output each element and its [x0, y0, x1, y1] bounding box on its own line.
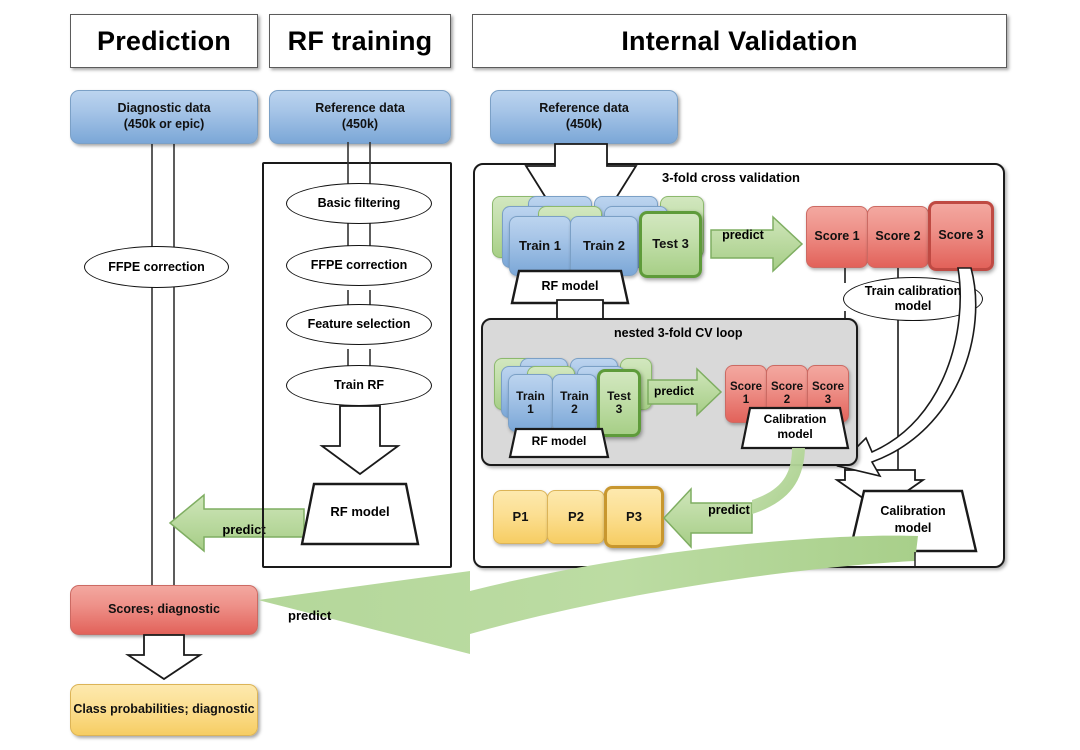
- probability-box-p2[interactable]: P2: [547, 490, 605, 544]
- nested-cv-label: nested 3-fold CV loop: [614, 326, 743, 340]
- outer-cv-predict-arrow-label: predict: [722, 228, 764, 242]
- train-calibration-model-node[interactable]: Train calibration model: [843, 277, 983, 321]
- outer-cv-rf-model-label: RF model: [541, 279, 599, 293]
- probability-box-p3-label: P3: [626, 508, 642, 524]
- rf-training-input-box[interactable]: Reference data (450k): [269, 90, 451, 144]
- nested-calibration-model[interactable]: Calibration model: [740, 406, 850, 450]
- prediction-class-probabilities-box[interactable]: Class probabilities; diagnostic: [70, 684, 258, 736]
- train-calibration-line1: Train calibration: [864, 284, 962, 298]
- rf-step-train-rf[interactable]: Train RF: [286, 365, 432, 406]
- probability-box-p1[interactable]: P1: [493, 490, 548, 544]
- column-header-internal-validation: Internal Validation: [472, 14, 1007, 68]
- column-header-rf-training: RF training: [269, 14, 451, 68]
- global-predict-arrow-label: predict: [288, 608, 332, 623]
- column-header-prediction: Prediction: [70, 14, 258, 68]
- rf-training-model-label: RF model: [330, 504, 390, 519]
- outer-cv-score-2-label: Score 2: [875, 229, 921, 244]
- three-fold-cv-label: 3-fold cross validation: [662, 170, 800, 185]
- column-header-internal-validation-label: Internal Validation: [621, 25, 858, 56]
- nested-cv-predict-arrow-label: predict: [653, 384, 694, 398]
- nested-cv-fold-train-1-line2: 1: [527, 402, 534, 416]
- probability-box-p1-label: P1: [512, 508, 529, 524]
- rf-step-ffpe-correction-label: FFPE correction: [310, 258, 408, 272]
- iv-input-line2: (450k): [565, 117, 603, 131]
- nested-cv-rf-model-label: RF model: [531, 434, 587, 448]
- rf-step-basic-filtering[interactable]: Basic filtering: [286, 183, 432, 224]
- nested-cv-fold-test-3-line2: 3: [615, 402, 623, 416]
- rf-train-to-model-arrow: [319, 405, 401, 476]
- outer-cv-fold-test-3[interactable]: Test 3: [639, 211, 702, 278]
- prediction-class-probabilities-label: Class probabilities; diagnostic: [73, 702, 255, 717]
- iv-calibration-model-label-2: model: [894, 521, 932, 535]
- nested-cv-score-3-line1: Score: [812, 381, 844, 394]
- rf-training-model[interactable]: RF model: [300, 482, 420, 546]
- outer-cv-rf-model[interactable]: RF model: [510, 269, 630, 305]
- outer-cv-fold-train-1-label: Train 1: [519, 237, 561, 253]
- prediction-input-line1: Diagnostic data: [117, 101, 211, 116]
- nested-cv-score-1-line2: 1: [742, 394, 750, 406]
- rf-step-feature-selection[interactable]: Feature selection: [286, 304, 432, 345]
- outer-cv-fold-test-3-label: Test 3: [652, 236, 689, 252]
- nested-cv-fold-train-1[interactable]: Train 1: [508, 374, 553, 432]
- rf-step-train-rf-label: Train RF: [333, 378, 384, 392]
- prediction-scores-label: Scores; diagnostic: [108, 602, 220, 617]
- scores-to-probabilities-arrow: [125, 634, 203, 681]
- nested-cv-fold-train-2-line2: 2: [571, 402, 578, 416]
- outer-cv-predict-arrow[interactable]: [710, 215, 804, 273]
- rf-step-feature-selection-label: Feature selection: [307, 317, 411, 331]
- iv-calibration-model-label-1: Calibration: [880, 504, 946, 518]
- probability-box-p2-label: P2: [568, 508, 584, 524]
- internal-validation-input-box[interactable]: Reference data (450k): [490, 90, 678, 144]
- outer-cv-fold-train-2[interactable]: Train 2: [570, 216, 638, 276]
- column-header-prediction-label: Prediction: [96, 25, 232, 56]
- rf-training-input-line2: (450k): [341, 117, 379, 131]
- outer-cv-fold-train-1[interactable]: Train 1: [509, 216, 571, 276]
- prediction-scores-box[interactable]: Scores; diagnostic: [70, 585, 258, 635]
- nested-calibration-model-label-1: Calibration: [763, 412, 827, 426]
- rf-step-ffpe-correction[interactable]: FFPE correction: [286, 245, 432, 286]
- nested-cv-score-1-line1: Score: [730, 381, 762, 394]
- rf-step-basic-filtering-label: Basic filtering: [317, 196, 401, 210]
- outer-cv-score-3-label: Score 3: [938, 228, 984, 243]
- prediction-ffpe-correction-node[interactable]: FFPE correction: [84, 246, 229, 288]
- outer-cv-score-1-label: Score 1: [814, 229, 860, 244]
- nested-calibration-model-label-2: model: [777, 427, 813, 441]
- outer-cv-score-3[interactable]: Score 3: [928, 201, 994, 271]
- outer-cv-fold-train-2-label: Train 2: [583, 237, 625, 253]
- train-calibration-line2: model: [894, 299, 932, 313]
- diagram-canvas: Prediction RF training Internal Validati…: [0, 0, 1080, 750]
- nested-cv-score-2-line1: Score: [771, 381, 803, 394]
- nested-cv-score-2-line2: 2: [783, 394, 791, 406]
- nested-cv-rf-model[interactable]: RF model: [508, 427, 610, 459]
- internal-validation-calibration-model[interactable]: Calibration model: [848, 489, 978, 553]
- outer-cv-score-2[interactable]: Score 2: [867, 206, 929, 268]
- column-header-rf-training-label: RF training: [287, 25, 433, 56]
- nested-cv-fold-test-3[interactable]: Test 3: [597, 369, 641, 437]
- prediction-input-box[interactable]: Diagnostic data (450k or epic): [70, 90, 258, 144]
- outer-cv-score-1[interactable]: Score 1: [806, 206, 868, 268]
- prediction-input-line2: (450k or epic): [123, 117, 205, 131]
- probability-box-p3[interactable]: P3: [604, 486, 664, 548]
- prediction-ffpe-correction-label: FFPE correction: [108, 259, 205, 274]
- rf-training-input-line1: Reference data: [315, 101, 405, 116]
- iv-input-line1: Reference data: [539, 101, 629, 116]
- nested-cv-score-3-line2: 3: [824, 394, 832, 406]
- calibration-predict-arrow[interactable]: [662, 487, 754, 549]
- nested-cv-fold-train-2[interactable]: Train 2: [552, 374, 597, 432]
- calibration-predict-arrow-label: predict: [708, 503, 750, 517]
